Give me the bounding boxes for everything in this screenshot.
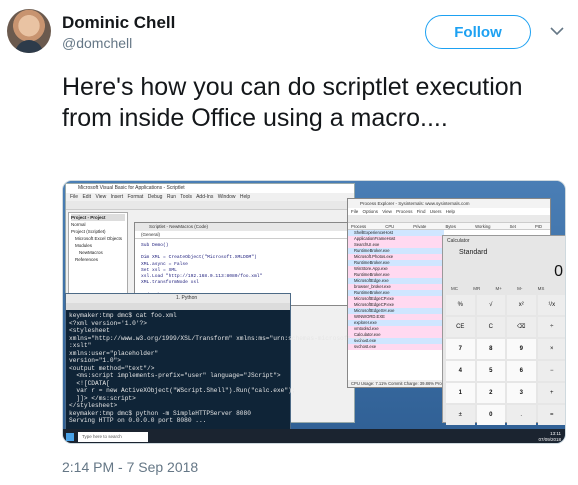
calculator-window: Calculator Standard 0 MC MR M+ M- MS % √ x… [442,235,565,425]
calc-memory-row: MC MR M+ M- MS [451,286,545,291]
calc-key: x² [507,295,536,315]
project-item: Microsoft Excel Objects [75,236,123,241]
calc-key: ⌫ [507,317,536,337]
calc-key: + [537,383,565,403]
terminal-title: 1. Python [66,294,290,303]
calc-key: × [537,339,565,359]
calc-key: √ [476,295,505,315]
tweet: Dominic Chell @domchell Follow Here's ho… [0,0,578,485]
avatar[interactable] [7,9,51,53]
calc-key: 4 [446,361,475,381]
calc-key: 2 [476,383,505,403]
tweet-timestamp[interactable]: 2:14 PM - 7 Sep 2018 [62,459,198,475]
process-row: svchost.exe [348,344,444,350]
calc-title: Calculator [447,238,470,244]
vba-title: Microsoft Visual Basic for Applications … [66,184,354,193]
vba-menu: File Edit View Insert Format Debug Run T… [70,194,251,200]
pe-title: Process Explorer - Sysinternals: www.sys… [348,199,550,208]
clock-date: 07/09/2018 [538,437,561,442]
terminal-output: keymaker:tmp dmc$ cat foo.xml <?xml vers… [69,312,366,424]
calc-key: C [476,317,505,337]
project-item: Modules [75,243,93,248]
taskbar-search: Type here to search [78,432,148,442]
project-item: References [75,257,99,262]
follow-button[interactable]: Follow [425,15,531,49]
desktop-background: Microsoft Visual Basic for Applications … [63,181,565,443]
pe-toolbar [348,215,550,223]
calc-keypad: % √ x² ¹/x CE C ⌫ ÷ 7 8 9 × 4 5 6− 1 2 3 + ±0. = [443,293,565,427]
terminal-window: 1. Python keymaker:tmp dmc$ cat foo.xml … [65,293,366,433]
pe-process-list: ShellExperienceHost ApplicationFrameHost S… [348,230,444,350]
tweet-media-image[interactable]: Microsoft Visual Basic for Applications … [62,180,566,444]
author-name[interactable]: Dominic Chell [62,13,175,33]
taskbar: Type here to search 13:11 07/09/2018 [63,429,565,443]
project-item: Project (Scriptlet) [71,229,106,234]
pe-columns: Process CPU Private Bytes Working Set PI… [348,223,550,236]
calc-mode: Standard [459,249,488,256]
calc-key: ÷ [537,317,565,337]
calc-key: ¹/x [537,295,565,315]
calc-key: CE [446,317,475,337]
project-item: NewMacros [79,250,103,255]
calc-key: 5 [476,361,505,381]
calc-key: 0 [476,405,505,425]
pe-menu: File Options View Process Find Users Hel… [351,209,455,214]
calc-key: ± [446,405,475,425]
calc-key: 1 [446,383,475,403]
taskbar-clock: 13:11 07/09/2018 [538,431,561,443]
calc-key: 3 [507,383,536,403]
project-header: Project - Project [71,214,125,221]
chevron-down-icon[interactable] [548,24,566,38]
calc-key: 6 [507,361,536,381]
calc-key: = [537,405,565,425]
calc-key: 8 [476,339,505,359]
calc-key: 9 [507,339,536,359]
calc-key: % [446,295,475,315]
code-window-title: Scriptlet - NewMacros (Code) [135,223,355,231]
calc-key: . [507,405,536,425]
terminal-tabs [66,303,290,310]
author-handle[interactable]: @domchell [62,35,132,51]
windows-start-icon [66,433,74,441]
code-dropdown: (General) [135,231,355,239]
project-item: Normal [71,222,86,227]
tweet-text: Here's how you can do scriptlet executio… [62,73,523,132]
calc-display: 0 [554,263,563,280]
vba-project-pane: Project - Project Normal Project (Script… [68,212,128,298]
avatar-shirt [15,40,43,53]
vba-toolbar [66,201,354,210]
calc-key: − [537,361,565,381]
calc-key: 7 [446,339,475,359]
